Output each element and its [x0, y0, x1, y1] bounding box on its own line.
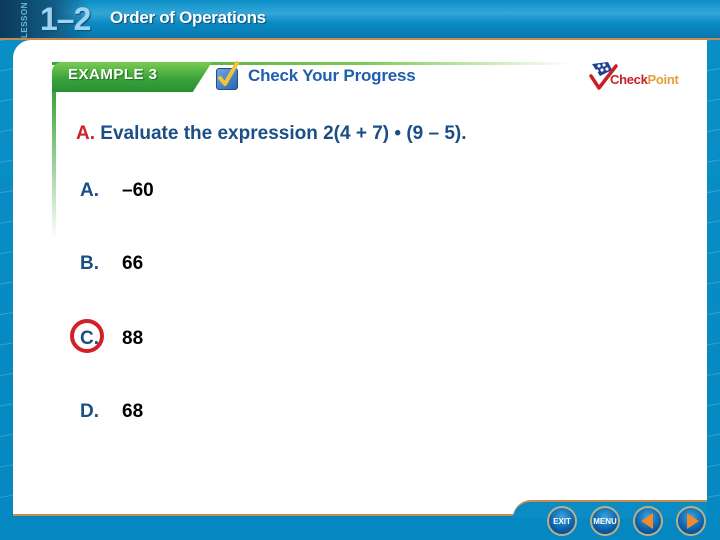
example-label: EXAMPLE 3 [68, 66, 158, 83]
answer-value: –60 [122, 180, 154, 201]
question-letter: A. [76, 123, 95, 144]
answer-option-a[interactable]: A. –60 [80, 180, 154, 202]
menu-button[interactable]: MENU [590, 506, 620, 536]
answer-letter: D. [80, 401, 99, 422]
answer-option-d[interactable]: D. 68 [80, 401, 143, 423]
lesson-header: LESSON 1–2 Order of Operations [0, 0, 720, 40]
menu-label: MENU [593, 516, 617, 526]
example-banner-side [52, 90, 56, 240]
checkpoint-logo: CheckPoint [588, 60, 688, 92]
frame-decoration-right [706, 40, 720, 514]
lesson-label: LESSON [20, 2, 29, 38]
checkpoint-word-check: Check [610, 72, 648, 87]
answer-value: 88 [122, 328, 144, 349]
check-your-progress-label: Check Your Progress [248, 66, 416, 85]
triangle-left-icon [641, 513, 653, 529]
content-bottom-border [13, 514, 513, 516]
question-body: Evaluate the expression 2(4 + 7) • (9 – … [100, 123, 467, 144]
exit-label: EXIT [553, 516, 571, 526]
correct-answer-circle [70, 319, 104, 353]
exit-button[interactable]: EXIT [547, 506, 577, 536]
checkpoint-wordmark: CheckPoint [610, 72, 679, 87]
previous-button[interactable] [633, 506, 663, 536]
checkpoint-word-point: Point [647, 72, 679, 87]
triangle-right-icon [686, 513, 699, 529]
question-text: A. Evaluate the expression 2(4 + 7) • (9… [76, 123, 467, 145]
lesson-title: Order of Operations [110, 8, 266, 27]
slide-content [13, 40, 707, 514]
answer-letter: A. [80, 180, 99, 201]
checkbox-check-icon [216, 61, 239, 90]
answer-option-b[interactable]: B. 66 [80, 253, 143, 275]
lesson-number: 1–2 [40, 1, 91, 37]
next-button[interactable] [676, 506, 706, 536]
answer-value: 66 [122, 253, 144, 274]
answer-letter: B. [80, 253, 99, 274]
frame-decoration-left [0, 40, 14, 514]
answer-value: 68 [122, 401, 144, 422]
